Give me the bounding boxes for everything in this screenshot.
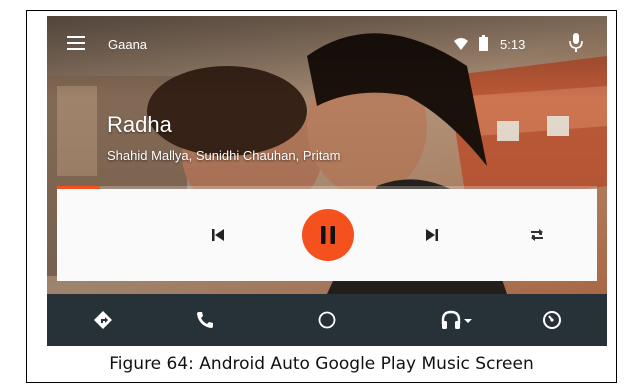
app-name: Gaana [108,37,148,52]
menu-icon[interactable] [67,36,87,52]
figure-caption: Figure 64: Android Auto Google Play Musi… [109,354,534,374]
track-title: Radha [107,112,172,137]
playback-controls [57,189,597,281]
repeat-icon[interactable] [524,222,550,248]
status-bar: Gaana 5:13 [47,16,607,72]
pause-button[interactable] [302,209,354,261]
skip-next-icon[interactable] [419,222,445,248]
battery-icon [479,35,488,51]
pause-icon [321,226,335,244]
bottom-nav-bar [47,294,607,346]
android-auto-screen: Gaana 5:13 Radha Shahid Mallya, Sunidhi … [47,16,607,346]
track-artists: Shahid Mallya, Sunidhi Chauhan, Pritam [107,148,341,163]
home-icon[interactable] [315,308,339,332]
skip-previous-icon[interactable] [205,222,231,248]
chevron-down-icon [464,319,472,323]
status-clock: 5:13 [500,37,526,52]
navigation-icon[interactable] [91,308,115,332]
headphones-icon[interactable] [439,308,463,332]
phone-icon[interactable] [193,308,217,332]
dashboard-icon[interactable] [540,308,564,332]
wifi-icon [454,38,468,50]
mic-icon[interactable] [569,33,583,53]
